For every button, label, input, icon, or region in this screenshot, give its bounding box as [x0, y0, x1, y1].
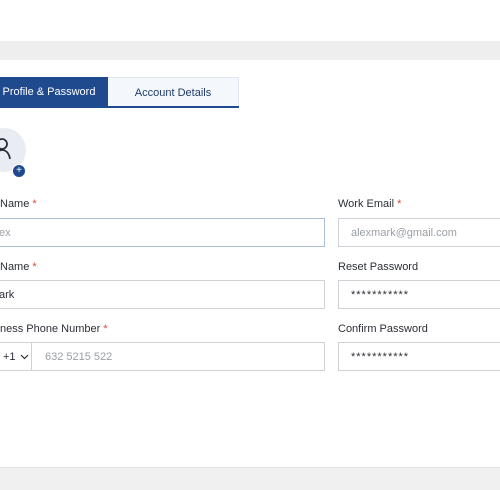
tab-profile-password[interactable]: Profile & Password — [0, 77, 108, 107]
country-code-divider — [31, 343, 32, 370]
business-phone-field — [0, 342, 325, 371]
business-phone-label: ness Phone Number * — [0, 323, 108, 335]
country-code-select[interactable]: +1 — [0, 342, 32, 371]
tab-account-details-label: Account Details — [134, 86, 212, 99]
required-mark: * — [32, 261, 37, 273]
confirm-password-label: Confirm Password — [338, 323, 428, 335]
reset-password-label-text: Reset Password — [338, 261, 419, 273]
confirm-password-input[interactable] — [339, 343, 500, 370]
footer-band — [0, 467, 500, 490]
work-email-label-text: Work Email — [338, 198, 395, 210]
reset-password-field[interactable] — [338, 280, 500, 309]
reset-password-input[interactable] — [339, 281, 500, 308]
last-name-field[interactable] — [0, 280, 325, 309]
required-mark: * — [397, 198, 402, 210]
required-mark: * — [32, 198, 37, 210]
work-email-input[interactable] — [339, 219, 500, 246]
tab-underline — [0, 106, 239, 108]
top-area — [0, 0, 500, 41]
tab-profile-password-label: Profile & Password — [2, 86, 96, 98]
confirm-password-field[interactable] — [338, 342, 500, 371]
first-name-label: Name * — [0, 198, 37, 210]
last-name-label-text: Name — [0, 261, 30, 273]
last-name-input[interactable] — [0, 281, 324, 308]
work-email-field[interactable] — [338, 218, 500, 247]
last-name-label: Name * — [0, 261, 37, 273]
add-photo-button[interactable]: + — [12, 164, 26, 178]
plus-icon: + — [16, 165, 22, 176]
user-icon — [0, 138, 11, 160]
tab-account-details[interactable]: Account Details — [108, 77, 239, 107]
required-mark: * — [103, 323, 108, 335]
country-code-value: +1 — [3, 350, 16, 363]
business-phone-input[interactable] — [0, 343, 324, 370]
header-band — [0, 41, 500, 60]
chevron-down-icon — [20, 354, 28, 359]
first-name-label-text: Name — [0, 198, 30, 210]
work-email-label: Work Email * — [338, 198, 401, 210]
first-name-field[interactable] — [0, 218, 325, 247]
reset-password-label: Reset Password — [338, 261, 418, 273]
business-phone-label-text: ness Phone Number — [0, 323, 101, 335]
confirm-password-label-text: Confirm Password — [338, 323, 428, 335]
first-name-input[interactable] — [0, 219, 324, 246]
